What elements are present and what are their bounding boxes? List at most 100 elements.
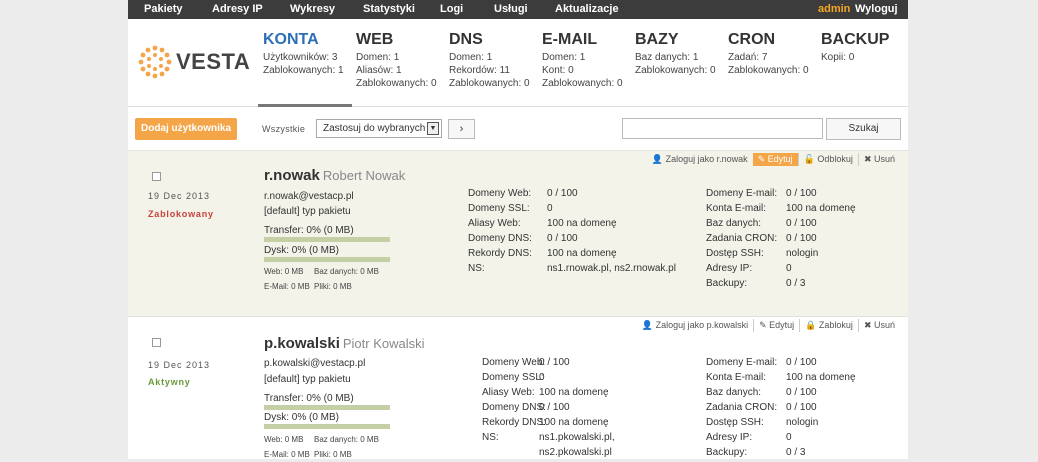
nav-ip-addresses[interactable]: Adresy IP: [212, 3, 263, 15]
section-backup[interactable]: BACKUP Kopii: 0: [821, 31, 889, 64]
stat-label: Backupy:: [706, 278, 748, 289]
suspend-label: Zablokuj: [818, 320, 853, 330]
edit-label: Edytuj: [767, 154, 793, 164]
mail-usage: E-Mail: 0 MB: [264, 450, 310, 459]
stat-label: Konta E-mail:: [706, 203, 767, 214]
section-stat: Zadań: 7: [728, 52, 768, 63]
apply-bulk-action-button[interactable]: ›: [448, 119, 475, 139]
transfer-usage-label: Transfer: 0% (0 MB): [264, 393, 354, 404]
stat-value: 0 / 100: [786, 188, 817, 199]
stat-label: Domeny DNS:: [482, 402, 546, 413]
files-usage: Pliki: 0 MB: [314, 450, 352, 459]
search-input[interactable]: [622, 118, 823, 139]
stat-value: 0 / 3: [786, 278, 806, 289]
section-stat: Zablokowanych: 1: [263, 65, 344, 76]
stat-label: Zadania CRON:: [706, 402, 778, 413]
stat-value: 0 / 100: [547, 233, 578, 244]
delete-label: Usuń: [873, 320, 895, 330]
bulk-action-value: Zastosuj do wybranych: [323, 123, 426, 134]
stat-value: nologin: [786, 417, 819, 428]
edit-user-link[interactable]: ✎ Edytuj: [753, 319, 799, 332]
stat-label: Rekordy DNS:: [482, 417, 546, 428]
stat-label: NS:: [482, 432, 499, 443]
disk-usage-bar: [264, 257, 390, 262]
transfer-usage-bar: [264, 405, 390, 410]
user-checkbox[interactable]: [152, 172, 161, 181]
section-stat: Zablokowanych: 0: [449, 78, 530, 89]
section-stat: Zablokowanych: 0: [635, 65, 716, 76]
login-as-user-link[interactable]: 👤 Zaloguj jako r.nowak: [647, 153, 753, 166]
section-title: E-MAIL: [542, 31, 598, 48]
section-email[interactable]: E-MAIL Domen: 1 Kont: 0 Zablokowanych: 0: [542, 31, 623, 90]
stat-value: 0 / 100: [786, 402, 817, 413]
stat-label: Domeny DNS:: [468, 233, 532, 244]
section-stat: Baz danych: 1: [635, 52, 699, 63]
current-user-link[interactable]: admin: [818, 3, 850, 15]
stat-value: 100 na domenę: [786, 203, 856, 214]
section-databases[interactable]: BAZY Baz danych: 1 Zablokowanych: 0: [635, 31, 716, 77]
files-usage: Pliki: 0 MB: [314, 282, 352, 291]
section-stat: Kopii: 0: [821, 52, 855, 63]
section-stat: Zablokowanych: 0: [542, 78, 623, 89]
stat-value: 100 na domenę: [547, 218, 617, 229]
nav-logs[interactable]: Logi: [440, 3, 463, 15]
nav-graphs[interactable]: Wykresy: [290, 3, 335, 15]
stat-value: ns1.pkowalski.pl,: [539, 432, 615, 443]
stat-label: Konta E-mail:: [706, 372, 767, 383]
stat-value: ns2.pkowalski.pl: [539, 447, 612, 458]
search-button[interactable]: Szukaj: [826, 118, 901, 140]
stat-label: Adresy IP:: [706, 432, 753, 443]
login-as-user-link[interactable]: 👤 Zaloguj jako p.kowalski: [637, 319, 753, 332]
nav-services[interactable]: Usługi: [494, 3, 528, 15]
page: Pakiety Adresy IP Wykresy Statystyki Log…: [128, 0, 908, 459]
delete-user-link[interactable]: ✖ Usuń: [857, 319, 900, 332]
section-stat: Zablokowanych: 0: [728, 65, 809, 76]
edit-user-link[interactable]: ✎ Edytuj: [752, 153, 798, 166]
section-accounts[interactable]: KONTA Użytkowników: 3 Zablokowanych: 1: [263, 31, 344, 77]
nav-packages[interactable]: Pakiety: [144, 3, 183, 15]
db-usage: Baz danych: 0 MB: [314, 267, 379, 276]
nav-statistics[interactable]: Statystyki: [363, 3, 415, 15]
stat-value: 100 na domenę: [539, 387, 609, 398]
stat-label: Dostęp SSH:: [706, 248, 764, 259]
stat-label: Dostęp SSH:: [706, 417, 764, 428]
section-title: WEB: [356, 31, 394, 48]
stat-value: 0 / 100: [547, 188, 578, 199]
section-stat: Domen: 1: [356, 52, 400, 63]
section-title: CRON: [728, 31, 776, 48]
add-user-button[interactable]: Dodaj użytkownika: [135, 118, 237, 140]
user-checkbox[interactable]: [152, 338, 161, 347]
stat-label: Adresy IP:: [706, 263, 753, 274]
section-cron[interactable]: CRON Zadań: 7 Zablokowanych: 0: [728, 31, 809, 77]
section-dns[interactable]: DNS Domen: 1 Rekordów: 11 Zablokowanych:…: [449, 31, 530, 90]
stat-label: Domeny SSL:: [482, 372, 544, 383]
section-stat: Aliasów: 1: [356, 65, 402, 76]
stat-value: 0 / 100: [786, 387, 817, 398]
delete-user-link[interactable]: ✖ Usuń: [857, 153, 900, 166]
stat-value: 0 / 100: [786, 233, 817, 244]
nav-updates[interactable]: Aktualizacje: [555, 3, 619, 15]
login-as-label: Zaloguj jako p.kowalski: [655, 320, 749, 330]
section-stat: Domen: 1: [449, 52, 493, 63]
bulk-action-select[interactable]: Zastosuj do wybranych ▼: [316, 119, 442, 138]
section-stat: Zablokowanych: 0: [356, 78, 437, 89]
vesta-logo[interactable]: VESTA: [138, 45, 250, 79]
edit-label: Edytuj: [769, 320, 795, 330]
stat-label: Domeny E-mail:: [706, 357, 778, 368]
stat-value: 0 / 100: [539, 402, 570, 413]
login-as-label: Zaloguj jako r.nowak: [665, 154, 748, 164]
suspend-user-link[interactable]: 🔒 Zablokuj: [799, 319, 858, 332]
stat-label: NS:: [468, 263, 485, 274]
unsuspend-user-link[interactable]: 🔓 Odblokuj: [797, 153, 858, 166]
stat-label: Aliasy Web:: [482, 387, 535, 398]
stat-label: Aliasy Web:: [468, 218, 521, 229]
stat-value: 100 na domenę: [547, 248, 617, 259]
section-web[interactable]: WEB Domen: 1 Aliasów: 1 Zablokowanych: 0: [356, 31, 437, 90]
mail-usage: E-Mail: 0 MB: [264, 282, 310, 291]
logout-link[interactable]: Wyloguj: [855, 3, 898, 15]
select-all-label[interactable]: Wszystkie: [262, 124, 305, 134]
stat-label: Backupy:: [706, 447, 748, 458]
stat-label: Rekordy DNS:: [468, 248, 532, 259]
stat-value: 0: [786, 263, 792, 274]
user-login: p.kowalski Piotr Kowalski: [264, 335, 425, 352]
